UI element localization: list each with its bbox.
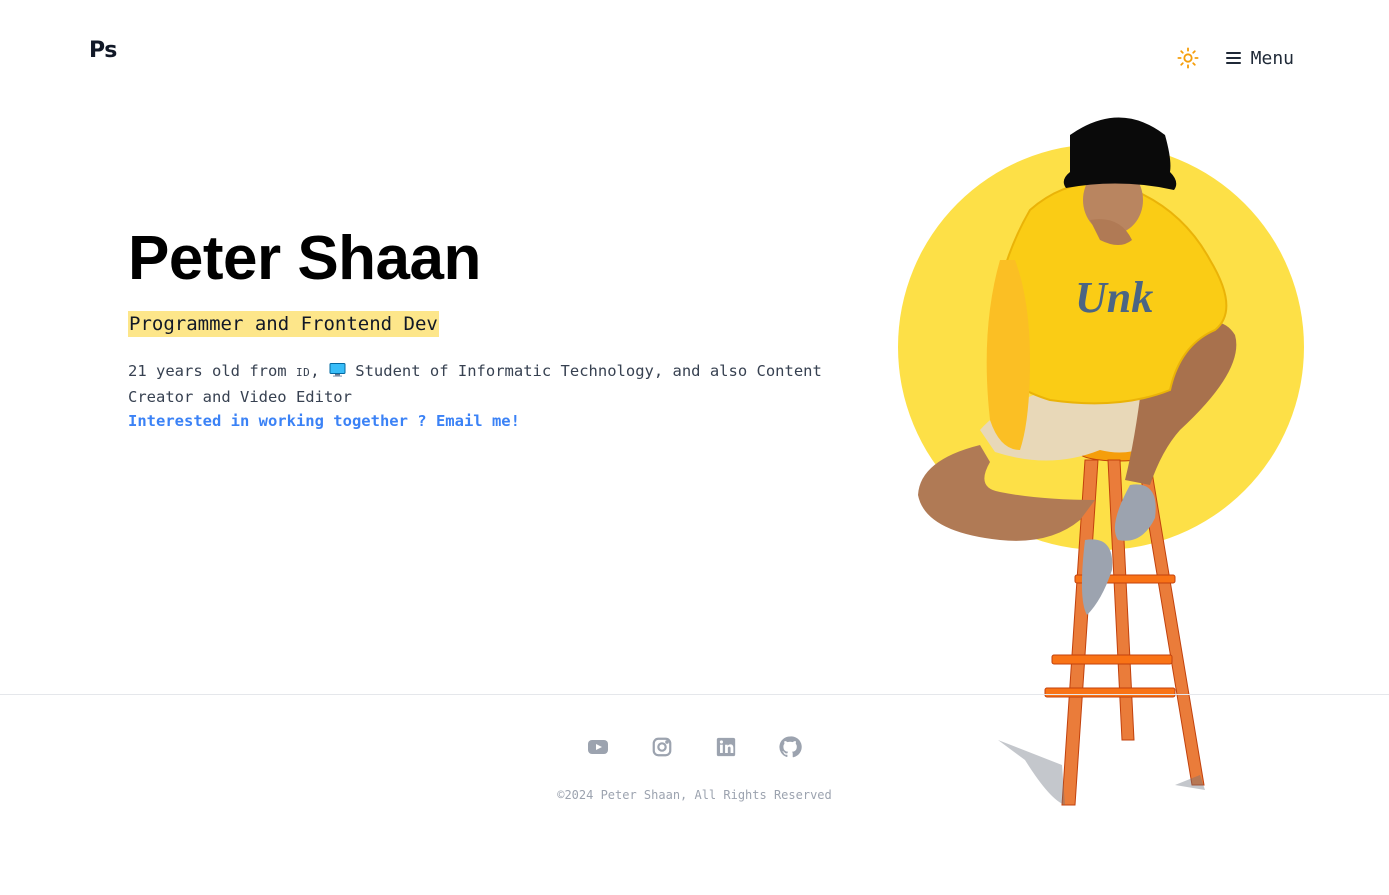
linkedin-link[interactable]	[714, 735, 738, 759]
sun-icon	[1177, 47, 1199, 69]
hero-role-highlight: Programmer and Frontend Dev	[128, 311, 439, 338]
social-links	[586, 735, 802, 759]
header-actions: Menu	[1176, 46, 1294, 70]
portrait-image: Unk	[898, 117, 1304, 806]
site-logo[interactable]: Ps	[89, 38, 117, 63]
hero-description: 21 years old from ID, Student of Informa…	[128, 359, 848, 409]
hero-name: Peter Shaan	[128, 224, 481, 293]
email-cta-link[interactable]: Interested in working together ? Email m…	[128, 409, 520, 433]
menu-button[interactable]: Menu	[1225, 47, 1294, 69]
github-icon	[779, 736, 802, 758]
youtube-link[interactable]	[586, 735, 610, 759]
shoe-left	[1081, 539, 1113, 615]
theme-toggle-button[interactable]	[1176, 46, 1200, 70]
desktop-computer-icon	[329, 363, 346, 377]
copyright-text: ©2024 Peter Shaan, All Rights Reserved	[557, 788, 832, 802]
hoodie-print: Unk	[1075, 273, 1153, 322]
instagram-link[interactable]	[650, 735, 674, 759]
hero-section: Peter Shaan Programmer and Frontend Dev …	[128, 224, 848, 433]
menu-label: Menu	[1250, 47, 1294, 69]
instagram-icon	[652, 737, 672, 757]
linkedin-icon	[716, 737, 736, 757]
bucket-hat	[1063, 117, 1177, 190]
indonesia-flag-icon: ID	[295, 366, 311, 380]
github-link[interactable]	[778, 735, 802, 759]
desc-text-1: 21 years old from	[128, 362, 296, 381]
footer-divider	[0, 694, 1389, 695]
hamburger-icon	[1225, 52, 1241, 64]
desc-text-2: ,	[310, 362, 329, 381]
youtube-icon	[588, 740, 608, 754]
